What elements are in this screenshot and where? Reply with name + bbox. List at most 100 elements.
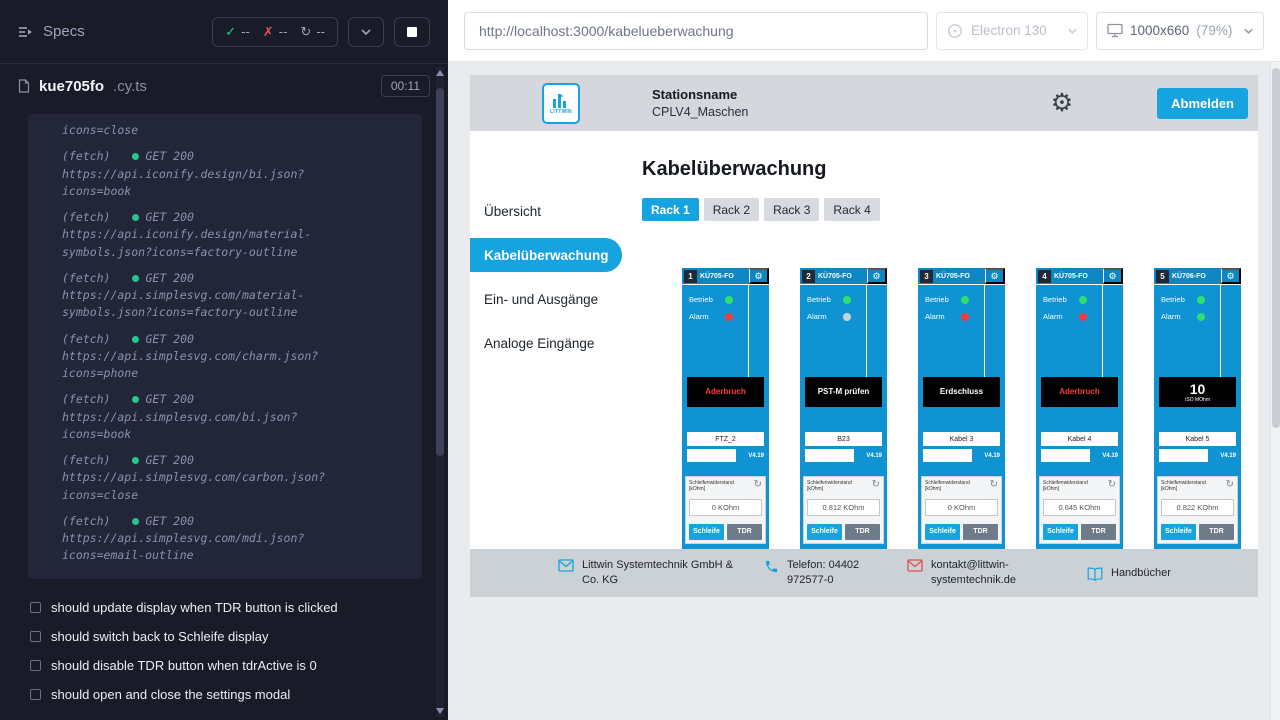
- schleife-button[interactable]: Schleife: [1043, 524, 1078, 540]
- viewport-select[interactable]: 1000x660 (79%): [1096, 12, 1264, 50]
- tab-rack-1[interactable]: Rack 1: [642, 198, 699, 221]
- log-continuation[interactable]: icons=close: [62, 122, 334, 139]
- browser-select[interactable]: Electron 130: [936, 12, 1088, 50]
- log-entry[interactable]: (fetch)GET 200 https://api.iconify.desig…: [62, 148, 410, 200]
- app-viewport: LITTWIN Stationsname CPLV4_Maschen ⚙ Abm…: [448, 62, 1280, 720]
- test-title: should update display when TDR button is…: [51, 600, 338, 615]
- scrollbar-thumb[interactable]: [436, 88, 444, 456]
- scrollbar-thumb[interactable]: [1272, 68, 1280, 428]
- log-entry[interactable]: (fetch)GET 200 https://api.simplesvg.com…: [62, 391, 410, 443]
- tab-rack-2[interactable]: Rack 2: [704, 198, 759, 221]
- log-url: https://api.simplesvg.com/carbon.json?ic…: [62, 469, 334, 504]
- test-title: should switch back to Schleife display: [51, 629, 269, 644]
- refresh-icon[interactable]: ↻: [990, 480, 998, 490]
- schleife-button[interactable]: Schleife: [925, 524, 960, 540]
- browser-name: Electron 130: [971, 23, 1047, 38]
- log-prefix: (fetch): [62, 209, 110, 226]
- test-item[interactable]: should open and close the settings modal: [0, 680, 448, 709]
- refresh-icon[interactable]: ↻: [872, 480, 880, 490]
- measurement-value: 0.812 KOhm: [807, 499, 880, 516]
- scroll-down-icon[interactable]: [436, 708, 444, 714]
- window-scrollbar[interactable]: [1270, 62, 1280, 720]
- device-card: 4 KÜ705-FO ⚙ Betrieb Alarm Aderbruch: [1036, 268, 1123, 549]
- card-header: 3 KÜ705-FO ⚙: [918, 268, 1005, 285]
- tdr-button[interactable]: TDR: [1081, 524, 1116, 540]
- run-stats[interactable]: ✓-- ✗-- ↻--: [212, 17, 338, 47]
- log-badge: GET 200: [145, 331, 193, 348]
- cable-name: Kabel 5: [1159, 432, 1236, 446]
- log-entry[interactable]: (fetch)GET 200 https://api.simplesvg.com…: [62, 452, 410, 504]
- measurement-label: Schleifenwiderstand [kOhm]: [1161, 480, 1219, 493]
- run-controls: ✓-- ✗-- ↻--: [212, 17, 430, 47]
- collapse-button[interactable]: [348, 17, 384, 47]
- sidebar-item-ein-und-ausgaenge[interactable]: Ein- und Ausgänge: [470, 277, 622, 321]
- settings-gear-icon[interactable]: ⚙: [1051, 91, 1073, 116]
- schleife-button[interactable]: Schleife: [689, 524, 724, 540]
- reporter-scrollbar[interactable]: [436, 66, 444, 718]
- stop-run-button[interactable]: [394, 17, 430, 47]
- station-name: CPLV4_Maschen: [652, 105, 748, 119]
- gear-icon[interactable]: ⚙: [749, 268, 769, 284]
- phone-icon: [764, 559, 779, 574]
- scroll-up-icon[interactable]: [436, 70, 444, 76]
- log-prefix: (fetch): [62, 270, 110, 287]
- schleife-button[interactable]: Schleife: [807, 524, 842, 540]
- gear-icon[interactable]: ⚙: [867, 268, 887, 284]
- cypress-reporter-panel: Specs ✓-- ✗-- ↻-- kue705fo: [0, 0, 448, 720]
- log-url: https://api.iconify.design/bi.json?icons…: [62, 166, 334, 201]
- log-entry[interactable]: (fetch)GET 200 https://api.simplesvg.com…: [62, 331, 410, 383]
- version-row: V4.19: [1041, 449, 1118, 462]
- test-item[interactable]: should disable TDR button when tdrActive…: [0, 651, 448, 680]
- device-number: 5: [1156, 270, 1169, 283]
- betrieb-label: Betrieb: [925, 295, 961, 304]
- schleife-button[interactable]: Schleife: [1161, 524, 1196, 540]
- manuals-text: Handbücher: [1111, 566, 1171, 581]
- tab-rack-4[interactable]: Rack 4: [824, 198, 879, 221]
- book-icon: [1087, 567, 1103, 581]
- gear-icon[interactable]: ⚙: [985, 268, 1005, 284]
- refresh-icon[interactable]: ↻: [754, 480, 762, 490]
- alarm-label: Alarm: [807, 312, 843, 321]
- refresh-icon[interactable]: ↻: [1108, 480, 1116, 490]
- check-icon: ✓: [225, 24, 236, 40]
- sidebar-item-kabelueberwachung[interactable]: Kabelüberwachung: [470, 238, 622, 272]
- url-input[interactable]: http://localhost:3000/kabelueberwachung: [464, 12, 928, 50]
- spec-header[interactable]: kue705fo .cy.ts 00:11: [0, 64, 448, 108]
- chevron-down-icon: [1068, 28, 1077, 34]
- sidebar-item-uebersicht[interactable]: Übersicht: [470, 189, 622, 233]
- test-item[interactable]: should switch back to Schleife display: [0, 622, 448, 651]
- sidebar-item-analoge-eingaenge[interactable]: Analoge Eingänge: [470, 321, 622, 365]
- led-section: Betrieb Alarm: [918, 285, 1005, 377]
- stat-failed: ✗--: [263, 24, 288, 40]
- station-info: Stationsname CPLV4_Maschen: [652, 87, 748, 119]
- app-frame: LITTWIN Stationsname CPLV4_Maschen ⚙ Abm…: [470, 75, 1258, 597]
- specs-menu-button[interactable]: Specs: [18, 23, 85, 40]
- footer-manuals[interactable]: Handbücher: [1087, 566, 1171, 581]
- device-model: KÜ705-FO: [1054, 273, 1088, 280]
- log-url: https://api.simplesvg.com/bi.json?icons=…: [62, 409, 334, 444]
- log-entry[interactable]: (fetch)GET 200 https://api.simplesvg.com…: [62, 270, 410, 322]
- test-item[interactable]: should update display when TDR button is…: [0, 593, 448, 622]
- betrieb-label: Betrieb: [689, 295, 725, 304]
- refresh-icon[interactable]: ↻: [1226, 480, 1234, 490]
- tab-rack-3[interactable]: Rack 3: [764, 198, 819, 221]
- gear-icon[interactable]: ⚙: [1103, 268, 1123, 284]
- status-dot: [132, 396, 139, 403]
- firmware-version: V4.19: [1220, 453, 1236, 459]
- logout-button[interactable]: Abmelden: [1157, 88, 1248, 119]
- tdr-button[interactable]: TDR: [1199, 524, 1234, 540]
- screen: Specs ✓-- ✗-- ↻-- kue705fo: [0, 0, 1280, 720]
- alarm-label: Alarm: [925, 312, 961, 321]
- log-entry[interactable]: (fetch)GET 200 https://api.iconify.desig…: [62, 209, 410, 261]
- tdr-button[interactable]: TDR: [845, 524, 880, 540]
- tdr-button[interactable]: TDR: [963, 524, 998, 540]
- gear-icon[interactable]: ⚙: [1221, 268, 1241, 284]
- log-entry[interactable]: (fetch)GET 200 https://api.simplesvg.com…: [62, 513, 410, 565]
- footer-email[interactable]: kontakt@littwin-systemtechnik.de: [907, 558, 1039, 588]
- tdr-button[interactable]: TDR: [727, 524, 762, 540]
- log-badge: GET 200: [145, 513, 193, 530]
- log-url: https://api.simplesvg.com/charm.json?ico…: [62, 348, 334, 383]
- station-label: Stationsname: [652, 87, 748, 102]
- led-section: Betrieb Alarm: [800, 285, 887, 377]
- log-prefix: (fetch): [62, 452, 110, 469]
